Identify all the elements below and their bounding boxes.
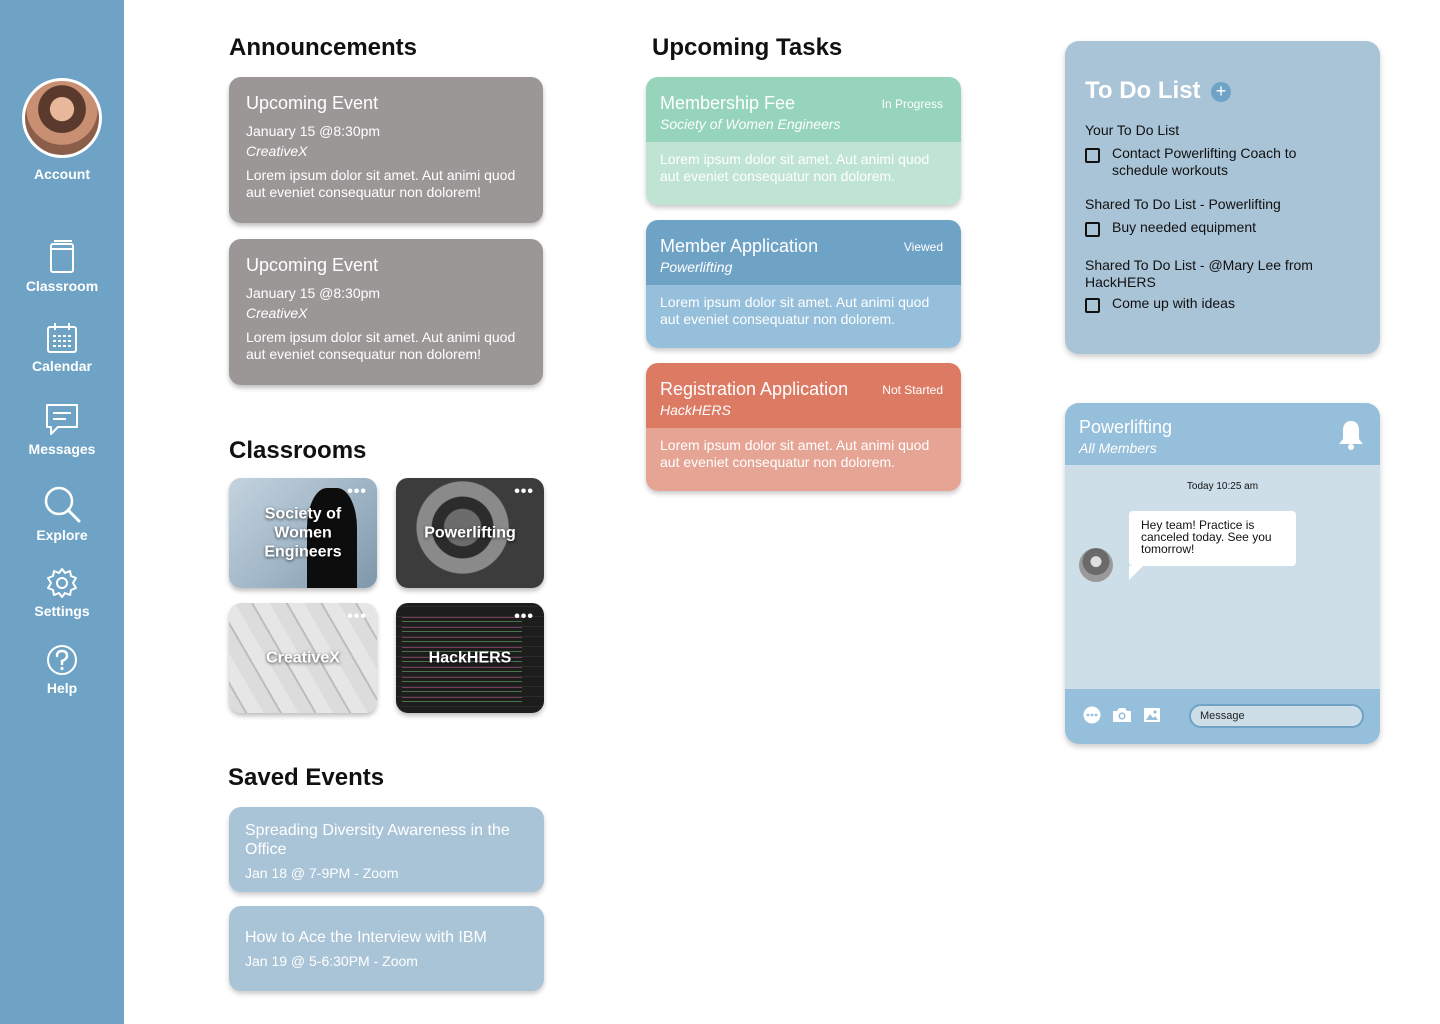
- todo-checkbox[interactable]: [1085, 298, 1100, 313]
- saved-event-title: Spreading Diversity Awareness in the Off…: [245, 822, 510, 858]
- task-description: Lorem ipsum dolor sit amet. Aut animi qu…: [646, 142, 961, 205]
- saved-event-title: How to Ace the Interview with IBM: [245, 929, 487, 946]
- task-card[interactable]: Membership Fee Society of Women Engineer…: [646, 77, 961, 205]
- sidebar-item-label: Calendar: [32, 358, 92, 374]
- classroom-name: Society of Women Engineers: [264, 505, 342, 561]
- sidebar-item-calendar[interactable]: Calendar: [0, 322, 124, 374]
- classrooms-title: Classrooms: [229, 437, 367, 464]
- chat-panel: Powerlifting All Members Today 10:25 am …: [1065, 403, 1380, 744]
- chat-header: Powerlifting All Members: [1065, 403, 1380, 465]
- bell-icon[interactable]: [1338, 419, 1364, 451]
- chat-message: Hey team! Practice is canceled today. Se…: [1129, 511, 1296, 580]
- sidebar-item-classroom[interactable]: Classroom: [0, 240, 124, 294]
- sidebar-item-label: Classroom: [25, 278, 99, 294]
- tasks-title: Upcoming Tasks: [652, 34, 843, 61]
- classroom-tile-powerlifting[interactable]: ••• Powerlifting: [396, 478, 544, 588]
- announcement-title: Upcoming Event: [246, 255, 379, 275]
- classroom-name: HackHERS: [428, 649, 512, 667]
- task-header: Member Application Powerlifting Viewed: [646, 220, 961, 285]
- chat-name: Powerlifting: [1079, 417, 1173, 437]
- more-icon[interactable]: •••: [347, 484, 367, 500]
- status-badge: Not Started: [882, 383, 943, 397]
- announcement-org: CreativeX: [246, 143, 308, 159]
- chat-timestamp: Today 10:25 am: [1186, 481, 1259, 492]
- todo-item-text: Contact Powerlifting Coach to schedule w…: [1112, 145, 1297, 178]
- todo-item-text: Come up with ideas: [1112, 295, 1235, 311]
- task-header: Membership Fee Society of Women Engineer…: [646, 77, 961, 142]
- todo-checkbox[interactable]: [1085, 148, 1100, 163]
- todo-item[interactable]: Buy needed equipment: [1085, 219, 1355, 237]
- sidebar-item-messages[interactable]: Messages: [0, 403, 124, 457]
- more-icon[interactable]: •••: [347, 609, 367, 625]
- classroom-tile-swe[interactable]: ••• Society of Women Engineers: [229, 478, 377, 588]
- todo-checkbox[interactable]: [1085, 222, 1100, 237]
- task-description: Lorem ipsum dolor sit amet. Aut animi qu…: [646, 285, 961, 348]
- add-todo-button[interactable]: +: [1211, 82, 1231, 102]
- announcement-title: Upcoming Event: [246, 93, 379, 113]
- todo-item[interactable]: Come up with ideas: [1085, 295, 1355, 313]
- announcements-title: Announcements: [229, 34, 418, 61]
- more-icon[interactable]: [1083, 706, 1101, 724]
- account-label: Account: [34, 166, 90, 182]
- saved-event-card[interactable]: Spreading Diversity Awareness in the Off…: [229, 807, 544, 892]
- todo-panel: To Do List + Your To Do List Contact Pow…: [1065, 41, 1380, 354]
- todo-group-label: Shared To Do List - @Mary Lee from HackH…: [1085, 257, 1313, 290]
- avatar[interactable]: [22, 78, 102, 158]
- sidebar-item-settings[interactable]: Settings: [0, 567, 124, 619]
- saved-event-card[interactable]: How to Ace the Interview with IBM Jan 19…: [229, 906, 544, 991]
- task-header: Registration Application HackHERS Not St…: [646, 363, 961, 428]
- task-card[interactable]: Registration Application HackHERS Not St…: [646, 363, 961, 491]
- announcement-org: CreativeX: [246, 305, 308, 321]
- announcement-card[interactable]: Upcoming Event January 15 @8:30pm Creati…: [229, 239, 543, 385]
- chat-subtitle: All Members: [1079, 440, 1157, 456]
- announcement-date: January 15 @8:30pm: [246, 123, 381, 139]
- account-nav[interactable]: Account: [0, 78, 124, 182]
- search-icon: [44, 486, 81, 523]
- announcement-description: Lorem ipsum dolor sit amet. Aut animi qu…: [246, 329, 516, 362]
- sidebar-item-label: Settings: [34, 603, 90, 619]
- todo-group-label: Your To Do List: [1085, 122, 1180, 138]
- message-icon: [46, 404, 78, 435]
- todo-title: To Do List: [1085, 77, 1201, 104]
- message-input[interactable]: [1189, 704, 1364, 728]
- todo-group-label: Shared To Do List - Powerlifting: [1085, 196, 1281, 212]
- saved-event-time: Jan 19 @ 5-6:30PM - Zoom: [245, 953, 418, 969]
- more-icon[interactable]: •••: [514, 609, 534, 625]
- task-org: HackHERS: [660, 402, 731, 418]
- image-icon[interactable]: [1143, 706, 1161, 724]
- todo-item-text: Buy needed equipment: [1112, 219, 1256, 235]
- task-card[interactable]: Member Application Powerlifting Viewed L…: [646, 220, 961, 348]
- camera-icon[interactable]: [1112, 707, 1132, 723]
- task-org: Powerlifting: [660, 259, 733, 275]
- status-badge: Viewed: [903, 240, 943, 254]
- sidebar: Account Classroom Calendar Messages Expl…: [0, 0, 124, 1024]
- task-description: Lorem ipsum dolor sit amet. Aut animi qu…: [646, 428, 961, 491]
- avatar[interactable]: [1079, 548, 1113, 582]
- sidebar-item-label: Explore: [36, 527, 88, 543]
- book-icon: [50, 240, 74, 273]
- sidebar-item-label: Messages: [28, 441, 96, 457]
- gear-icon: [47, 568, 77, 598]
- calendar-icon: [47, 323, 77, 353]
- sidebar-item-explore[interactable]: Explore: [0, 485, 124, 543]
- saved-events-title: Saved Events: [228, 764, 385, 791]
- classroom-tile-creativex[interactable]: ••• CreativeX: [229, 603, 377, 713]
- sidebar-item-label: Help: [46, 680, 78, 696]
- status-badge: In Progress: [881, 97, 943, 111]
- chat-footer: [1065, 689, 1380, 744]
- saved-event-time: Jan 18 @ 7-9PM - Zoom: [245, 865, 399, 881]
- announcement-description: Lorem ipsum dolor sit amet. Aut animi qu…: [246, 167, 516, 200]
- help-icon: [47, 645, 77, 675]
- more-icon[interactable]: •••: [514, 484, 534, 500]
- classroom-tile-hackhers[interactable]: ••• HackHERS: [396, 603, 544, 713]
- task-org: Society of Women Engineers: [660, 116, 841, 132]
- classroom-name: Powerlifting: [424, 524, 516, 542]
- announcement-card[interactable]: Upcoming Event January 15 @8:30pm Creati…: [229, 77, 543, 223]
- todo-item[interactable]: Contact Powerlifting Coach to schedule w…: [1085, 145, 1355, 179]
- classroom-name: CreativeX: [266, 649, 340, 667]
- sidebar-item-help[interactable]: Help: [0, 644, 124, 696]
- announcement-date: January 15 @8:30pm: [246, 285, 381, 301]
